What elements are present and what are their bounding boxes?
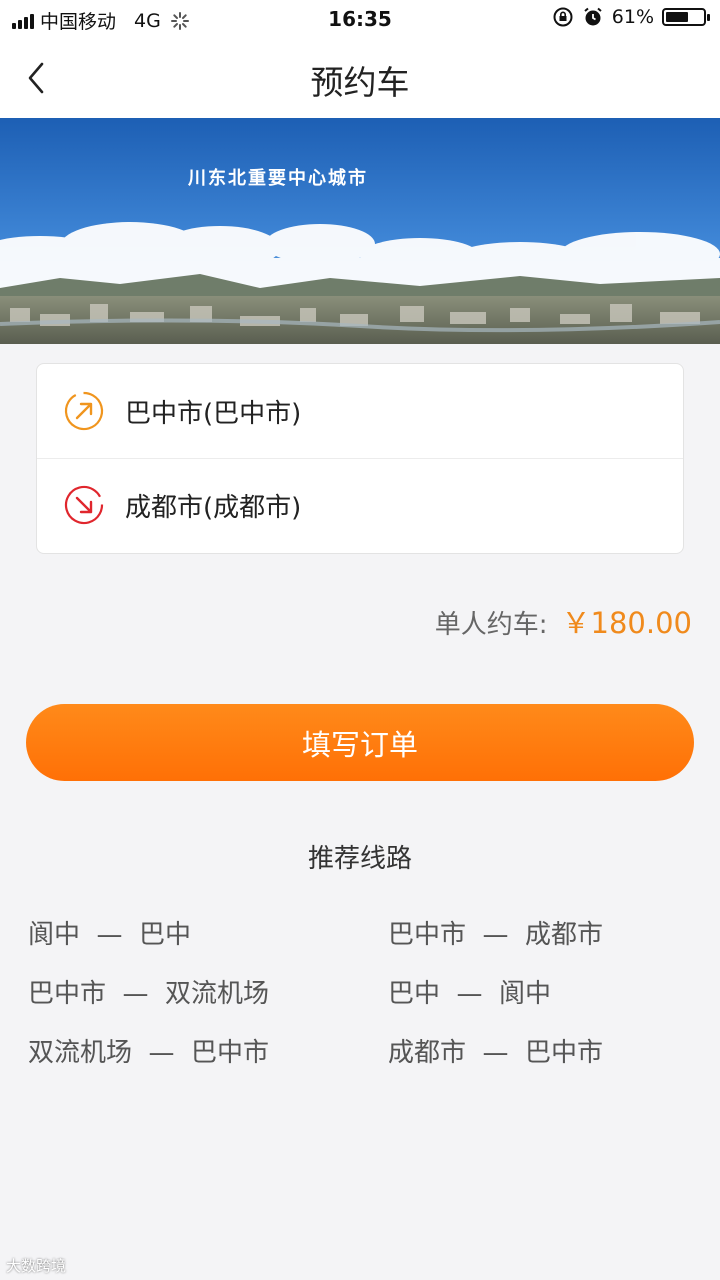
recommended-route-item[interactable]: 巴中 — 阆中 bbox=[388, 973, 551, 1010]
recommended-route-item[interactable]: 双流机场 — 巴中市 bbox=[28, 1032, 269, 1069]
battery-level bbox=[666, 12, 688, 22]
recommended-route-item[interactable]: 阆中 — 巴中 bbox=[28, 914, 191, 951]
price-value: ￥180.00 bbox=[561, 606, 692, 640]
route-card: 巴中市(巴中市) 成都市(成都市) bbox=[36, 363, 684, 554]
price-label: 单人约车: bbox=[434, 610, 548, 640]
destination-row[interactable]: 成都市(成都市) bbox=[37, 458, 683, 552]
recommended-route-item[interactable]: 巴中市 — 双流机场 bbox=[28, 973, 269, 1010]
banner-caption: 川东北重要中心城市 bbox=[188, 168, 368, 189]
city-skyline-picture bbox=[0, 118, 720, 344]
recommended-route-item[interactable]: 巴中市 — 成都市 bbox=[388, 914, 603, 951]
nav-bar: 预约车 bbox=[0, 38, 720, 118]
fill-order-button[interactable]: 填写订单 bbox=[26, 704, 694, 781]
page-title: 预约车 bbox=[310, 63, 410, 102]
arrow-down-right-icon bbox=[64, 485, 104, 525]
battery-icon bbox=[662, 8, 710, 26]
alarm-clock-icon bbox=[584, 7, 602, 26]
battery-percent: 61% bbox=[611, 6, 654, 28]
rotation-lock-icon bbox=[553, 7, 573, 27]
price-row: 单人约车: ￥180.00 bbox=[435, 600, 692, 642]
watermark: 大数跨境 bbox=[6, 1257, 67, 1275]
departure-city: 巴中市(巴中市) bbox=[125, 398, 302, 429]
recommended-route-item[interactable]: 成都市 — 巴中市 bbox=[388, 1032, 603, 1069]
city-banner-image: 川东北重要中心城市 bbox=[0, 118, 720, 344]
status-bar: 中国移动 4G 16:35 61% bbox=[0, 0, 720, 38]
arrow-up-right-icon bbox=[64, 391, 104, 431]
departure-row[interactable]: 巴中市(巴中市) bbox=[37, 364, 683, 459]
destination-city: 成都市(成都市) bbox=[125, 492, 302, 523]
status-right: 61% bbox=[552, 6, 710, 28]
recommended-routes-title: 推荐线路 bbox=[307, 844, 412, 874]
